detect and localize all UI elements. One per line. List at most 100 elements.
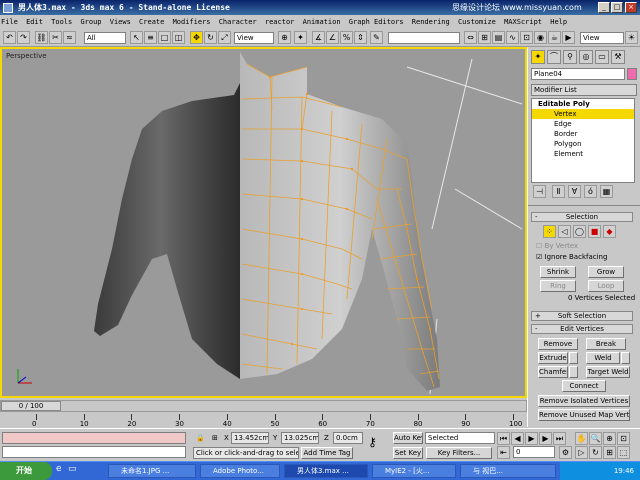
- show-end-result-icon[interactable]: Ⅱ: [552, 185, 565, 198]
- remove-isolated-vertices-button[interactable]: Remove Isolated Vertices: [538, 395, 630, 407]
- edit-vertices-rollout-header[interactable]: - Edit Vertices: [531, 324, 633, 334]
- region-zoom-icon[interactable]: ⊞: [603, 446, 616, 459]
- stack-item-edge[interactable]: Edge: [532, 119, 634, 129]
- hierarchy-tab-icon[interactable]: ⚲: [563, 50, 577, 64]
- named-selection-icon[interactable]: ✎: [370, 31, 383, 44]
- region-select-icon[interactable]: □: [158, 31, 171, 44]
- bind-space-warp-icon[interactable]: ≈: [63, 31, 76, 44]
- polygon-mode-icon[interactable]: ■: [588, 225, 601, 238]
- curve-editor-icon[interactable]: ∿: [506, 31, 519, 44]
- maximize-button[interactable]: □: [611, 2, 623, 13]
- mirror-icon[interactable]: ⇔: [464, 31, 477, 44]
- target-weld-button[interactable]: Target Weld: [586, 366, 630, 378]
- by-vertex-checkbox[interactable]: ☐ By Vertex: [536, 241, 578, 251]
- quicklaunch-desktop-icon[interactable]: ▭: [68, 464, 78, 476]
- taskbar-item-other[interactable]: 与 视巴...: [460, 464, 556, 478]
- reference-coordinate-dropdown[interactable]: View: [234, 32, 274, 44]
- scale-icon[interactable]: ⤢: [218, 31, 231, 44]
- menu-rendering[interactable]: Rendering: [411, 15, 451, 29]
- named-selection-dropdown[interactable]: [388, 32, 460, 44]
- start-button[interactable]: 开始: [0, 462, 52, 480]
- minimize-button[interactable]: _: [598, 2, 610, 13]
- break-button[interactable]: Break: [586, 338, 626, 350]
- motion-tab-icon[interactable]: ◎: [579, 50, 593, 64]
- taskbar-item-3dsmax[interactable]: 男人体3.max ...: [284, 464, 368, 478]
- loop-button[interactable]: Loop: [588, 280, 624, 292]
- angle-snap-icon[interactable]: ∠: [326, 31, 339, 44]
- close-button[interactable]: ×: [625, 2, 637, 13]
- menu-tools[interactable]: Tools: [50, 15, 73, 29]
- zoom-icon[interactable]: 🔍: [589, 432, 602, 445]
- zoom-extents-icon[interactable]: ⊡: [617, 432, 630, 445]
- go-to-end-icon[interactable]: ⏭: [553, 432, 566, 445]
- snap-icon[interactable]: ∡: [312, 31, 325, 44]
- border-mode-icon[interactable]: ◯: [573, 225, 586, 238]
- time-slider-thumb[interactable]: 0 / 100: [1, 401, 61, 411]
- chamfer-settings-button[interactable]: [569, 366, 578, 378]
- menu-reactor[interactable]: reactor: [264, 15, 296, 29]
- spinner-snap-icon[interactable]: ⇕: [354, 31, 367, 44]
- absolute-mode-icon[interactable]: ⊞: [212, 433, 218, 443]
- taskbar-item-myie2[interactable]: MyIE2 - [火...: [372, 464, 456, 478]
- go-to-start-icon[interactable]: ⏮: [497, 432, 510, 445]
- key-filter-selected-dropdown[interactable]: Selected: [425, 432, 495, 444]
- select-object-icon[interactable]: ↖: [130, 31, 143, 44]
- utilities-tab-icon[interactable]: ⚒: [611, 50, 625, 64]
- z-coordinate-field[interactable]: 0.0cm: [333, 432, 363, 444]
- menu-file[interactable]: File: [0, 15, 19, 29]
- next-frame-icon[interactable]: ▶: [539, 432, 552, 445]
- maximize-viewport-icon[interactable]: ⬚: [617, 446, 630, 459]
- remove-unused-map-verts-button[interactable]: Remove Unused Map Verts: [538, 409, 630, 421]
- ignore-backfacing-checkbox[interactable]: ☑ Ignore Backfacing: [536, 252, 607, 262]
- weld-button[interactable]: Weld: [586, 352, 620, 364]
- select-link-icon[interactable]: ⛓: [35, 31, 48, 44]
- connect-button[interactable]: Connect: [562, 380, 606, 392]
- auto-key-button[interactable]: Auto Key: [393, 432, 423, 444]
- render-last-icon[interactable]: ☀: [625, 31, 638, 44]
- y-coordinate-field[interactable]: 13.025cm: [281, 432, 319, 444]
- material-editor-icon[interactable]: ◉: [534, 31, 547, 44]
- select-manipulate-icon[interactable]: ✦: [294, 31, 307, 44]
- time-config-icon[interactable]: ⚙: [559, 446, 572, 459]
- set-key-button[interactable]: Set Key: [393, 447, 423, 459]
- element-mode-icon[interactable]: ◆: [603, 225, 616, 238]
- percent-snap-icon[interactable]: %: [340, 31, 353, 44]
- render-type-dropdown[interactable]: View: [580, 32, 624, 44]
- pan-icon[interactable]: ✋: [575, 432, 588, 445]
- selection-rollout-header[interactable]: - Selection: [531, 212, 633, 222]
- maxscript-listener-white[interactable]: [2, 446, 186, 458]
- current-frame-field[interactable]: 0: [513, 446, 555, 458]
- chamfer-button[interactable]: Chamfer: [538, 366, 568, 378]
- arc-rotate-icon[interactable]: ↻: [589, 446, 602, 459]
- stack-item-border[interactable]: Border: [532, 129, 634, 139]
- render-scene-icon[interactable]: ☕: [548, 31, 561, 44]
- display-tab-icon[interactable]: ▭: [595, 50, 609, 64]
- object-name-field[interactable]: Plane04: [531, 68, 625, 80]
- taskbar-item-photoshop[interactable]: Adobe Photo...: [200, 464, 280, 478]
- configure-sets-icon[interactable]: ▦: [600, 185, 613, 198]
- unlink-icon[interactable]: ✂: [49, 31, 62, 44]
- rotate-icon[interactable]: ↻: [204, 31, 217, 44]
- layer-manager-icon[interactable]: ▤: [492, 31, 505, 44]
- ring-button[interactable]: Ring: [540, 280, 576, 292]
- key-icon[interactable]: ⚷: [368, 436, 377, 448]
- edge-mode-icon[interactable]: ◁: [558, 225, 571, 238]
- make-unique-icon[interactable]: ∀: [568, 185, 581, 198]
- modify-tab-icon[interactable]: ⌒: [547, 50, 561, 64]
- align-icon[interactable]: ⊞: [478, 31, 491, 44]
- add-time-tag-button[interactable]: Add Time Tag: [301, 447, 353, 459]
- grow-button[interactable]: Grow: [588, 266, 624, 278]
- selection-filter-dropdown[interactable]: All: [84, 32, 126, 44]
- stack-item-element[interactable]: Element: [532, 149, 634, 159]
- menu-views[interactable]: Views: [109, 15, 132, 29]
- undo-icon[interactable]: ↶: [3, 31, 16, 44]
- object-color-swatch[interactable]: [627, 68, 637, 80]
- key-mode-icon[interactable]: ⇤: [497, 446, 510, 459]
- menu-character[interactable]: Character: [218, 15, 258, 29]
- modifier-list-dropdown[interactable]: Modifier List: [531, 84, 637, 96]
- menu-create[interactable]: Create: [138, 15, 165, 29]
- menu-graph-editors[interactable]: Graph Editors: [348, 15, 405, 29]
- shrink-button[interactable]: Shrink: [540, 266, 576, 278]
- remove-button[interactable]: Remove: [538, 338, 578, 350]
- pivot-center-icon[interactable]: ⊕: [278, 31, 291, 44]
